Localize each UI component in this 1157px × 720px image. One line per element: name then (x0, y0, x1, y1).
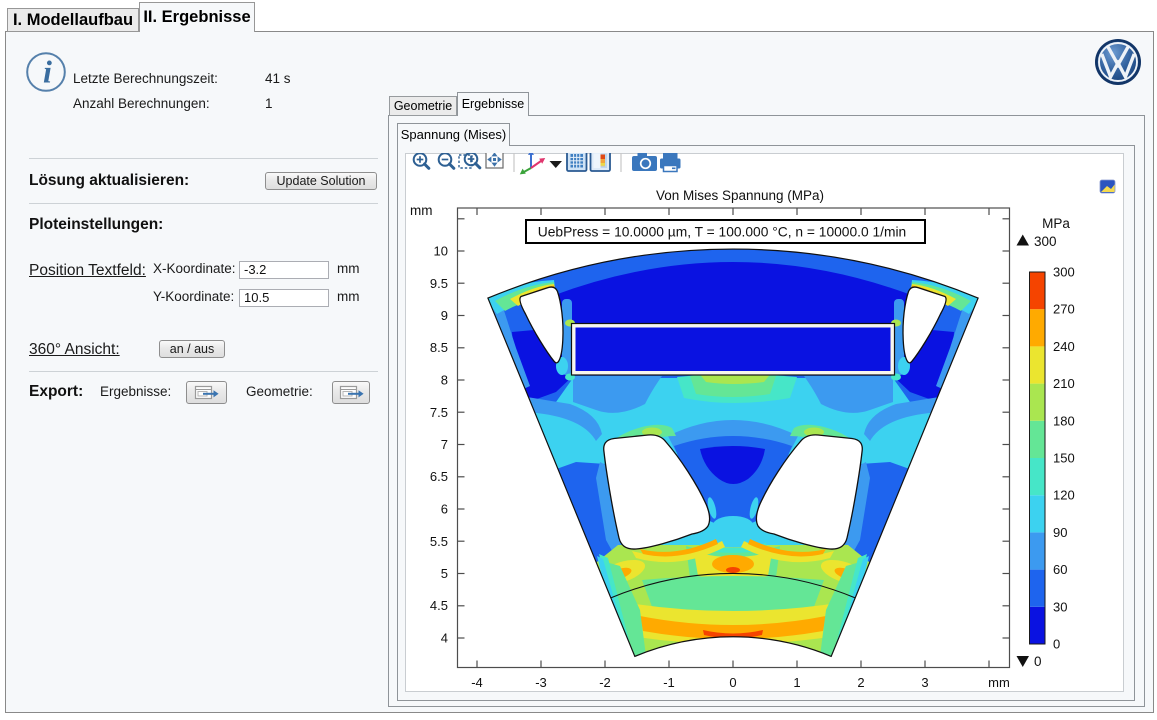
svg-text:0: 0 (1053, 637, 1060, 652)
svg-text:mm: mm (988, 675, 1010, 690)
svg-text:180: 180 (1053, 413, 1075, 428)
svg-text:9.5: 9.5 (430, 276, 448, 291)
svg-text:150: 150 (1053, 451, 1075, 466)
svg-text:MPa: MPa (1042, 216, 1070, 231)
svg-text:10: 10 (434, 244, 448, 259)
svg-text:0: 0 (1034, 654, 1042, 669)
svg-text:-3: -3 (535, 675, 547, 690)
svg-text:3: 3 (921, 675, 928, 690)
svg-text:5.5: 5.5 (430, 534, 448, 549)
svg-text:6.5: 6.5 (430, 469, 448, 484)
svg-text:90: 90 (1053, 525, 1067, 540)
svg-text:5: 5 (441, 566, 448, 581)
svg-text:UebPress = 10.0000 µm, T = 100: UebPress = 10.0000 µm, T = 100.000 °C, n… (538, 225, 906, 240)
svg-text:300: 300 (1053, 265, 1075, 280)
svg-text:i: i (43, 54, 52, 90)
svg-text:300: 300 (1034, 234, 1057, 249)
svg-text:6: 6 (441, 502, 448, 517)
svg-text:120: 120 (1053, 488, 1075, 503)
svg-text:270: 270 (1053, 302, 1075, 317)
svg-text:1: 1 (793, 675, 800, 690)
svg-text:8.5: 8.5 (430, 340, 448, 355)
svg-text:-4: -4 (471, 675, 483, 690)
svg-text:4.5: 4.5 (430, 598, 448, 613)
svg-text:60: 60 (1053, 562, 1067, 577)
svg-text:mm: mm (410, 203, 433, 218)
svg-text:4: 4 (441, 631, 448, 646)
svg-text:-1: -1 (663, 675, 675, 690)
svg-text:2: 2 (857, 675, 864, 690)
svg-text:7: 7 (441, 437, 448, 452)
svg-text:Von Mises Spannung (MPa): Von Mises Spannung (MPa) (656, 188, 824, 203)
svg-text:30: 30 (1053, 599, 1067, 614)
svg-text:-2: -2 (599, 675, 611, 690)
svg-text:0: 0 (729, 675, 736, 690)
svg-text:210: 210 (1053, 376, 1075, 391)
svg-text:7.5: 7.5 (430, 405, 448, 420)
svg-text:9: 9 (441, 308, 448, 323)
svg-text:8: 8 (441, 373, 448, 388)
svg-text:240: 240 (1053, 339, 1075, 354)
